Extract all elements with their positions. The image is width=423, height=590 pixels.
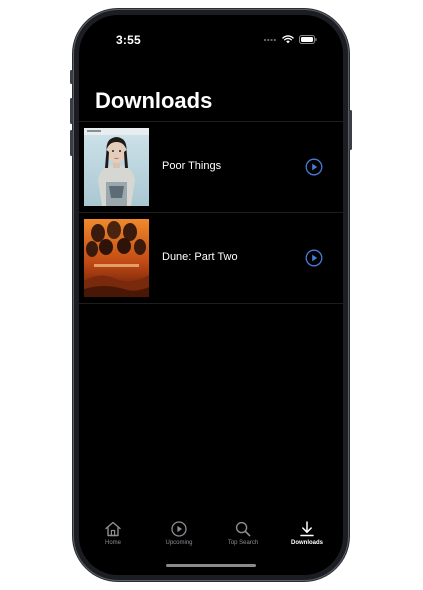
tab-label-home: Home [104,540,121,546]
divider [79,303,343,304]
house-icon [105,521,121,537]
volume-down-button [70,130,73,156]
screen: 3:55 Downloads Poor Things Dune: Part Tw… [79,15,343,575]
tab-home[interactable]: Home [80,521,146,546]
signal-icon [263,38,276,41]
power-button [349,110,352,150]
download-row[interactable]: Poor Things [79,122,343,212]
tab-label-upcoming: Upcoming [165,540,193,546]
tab-downloads[interactable]: Downloads [274,521,340,546]
phone-frame: 3:55 Downloads Poor Things Dune: Part Tw… [70,10,352,580]
download-icon [300,521,314,537]
page-title: Downloads [95,88,213,113]
tab-upcoming[interactable]: Upcoming [146,521,212,546]
play-circle-icon[interactable] [305,249,323,267]
tab-label-top-search: Top Search [227,540,259,546]
poster-poor-things-image [84,128,149,206]
download-title: Poor Things [162,160,222,172]
magnifier-icon [235,521,251,537]
play-circle-icon[interactable] [305,158,323,176]
volume-up-button [70,98,73,124]
download-title: Dune: Part Two [162,251,238,263]
battery-icon [299,35,317,44]
tab-bar: Home Upcoming Top Search Downloads [79,515,343,575]
wifi-icon [282,35,294,44]
status-icons [263,35,317,44]
status-time: 3:55 [116,33,141,47]
tab-top-search[interactable]: Top Search [210,521,276,546]
tab-label-downloads: Downloads [290,540,323,546]
status-bar: 3:55 [79,15,343,59]
poster-dune-part-two-image [84,219,149,297]
silent-switch [70,70,73,84]
downloads-list: Poor Things Dune: Part Two [79,121,343,304]
download-row[interactable]: Dune: Part Two [79,213,343,303]
home-indicator[interactable] [166,564,256,567]
play-circle-icon [171,521,187,537]
